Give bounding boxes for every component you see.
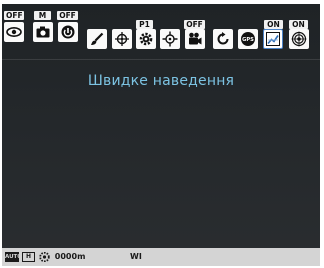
- status-bar: AUTO H 0000m WI: [2, 248, 320, 266]
- gps-icon[interactable]: GPS: [238, 29, 258, 49]
- svg-text:GPS: GPS: [242, 37, 254, 43]
- tag-eye: OFF: [4, 11, 24, 20]
- crosshair-icon[interactable]: [112, 29, 132, 49]
- menu-title: Швидке наведення: [87, 73, 235, 89]
- auto-mode-icon: AUTO: [5, 252, 22, 262]
- tag-gear: P1: [136, 20, 153, 29]
- crosshair-dots-icon[interactable]: [160, 29, 180, 49]
- status-distance: 0000m: [39, 251, 86, 263]
- top-menu: OFF M OFF P1 OFF ON ON GPS: [2, 4, 320, 62]
- status-distance-value: 0000m: [54, 252, 86, 261]
- status-mode: AUTO: [5, 252, 22, 262]
- brush-icon[interactable]: [87, 29, 107, 49]
- refresh-icon[interactable]: [213, 29, 233, 49]
- video-camera-icon[interactable]: [185, 29, 205, 49]
- memory-slot-icon: H: [22, 252, 35, 262]
- power-save-icon[interactable]: [58, 22, 78, 42]
- gear-icon[interactable]: [136, 29, 156, 49]
- status-slot: H: [22, 252, 35, 262]
- camera-icon[interactable]: [33, 22, 53, 42]
- tag-power-save: OFF: [57, 11, 78, 20]
- status-mode-text: AUTO: [5, 254, 22, 260]
- tag-camera: M: [34, 11, 51, 20]
- target-icon[interactable]: [289, 29, 309, 49]
- tag-target: ON: [289, 20, 308, 29]
- status-slot-text: H: [25, 253, 32, 260]
- tag-chart: ON: [264, 20, 283, 29]
- eye-icon[interactable]: [4, 22, 24, 42]
- chart-icon[interactable]: [263, 29, 283, 49]
- camera-screen: OFF M OFF P1 OFF ON ON GPS Швидке наведе…: [2, 4, 320, 266]
- rangefinder-icon: [39, 251, 50, 263]
- tag-video: OFF: [184, 20, 205, 29]
- menu-divider: [2, 59, 320, 60]
- status-wifi: WI: [130, 252, 142, 261]
